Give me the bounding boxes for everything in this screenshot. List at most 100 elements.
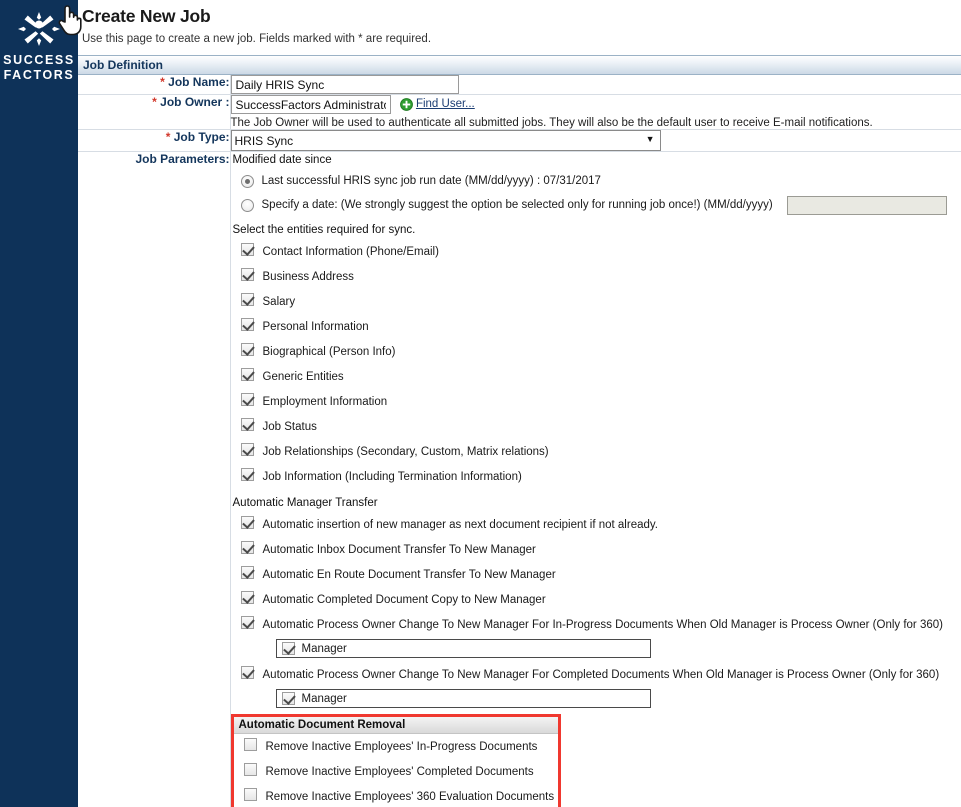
checkbox-process-owner-completed-icon[interactable] xyxy=(240,665,254,679)
checkbox-enroute-transfer-icon[interactable] xyxy=(240,565,254,579)
checkbox-control[interactable] xyxy=(231,590,263,609)
checkbox-contact-information-icon[interactable] xyxy=(240,242,254,256)
checkbox-business-address-icon[interactable] xyxy=(240,267,254,281)
brand-sidebar: SUCCESS FACTORS xyxy=(0,0,78,807)
checkbox-control[interactable] xyxy=(231,665,263,684)
process-owner-completed-subbox[interactable]: Manager xyxy=(275,689,651,708)
manager-transfer-row[interactable]: Automatic Inbox Document Transfer To New… xyxy=(231,537,961,562)
manager-transfer-row[interactable]: Automatic insertion of new manager as ne… xyxy=(231,512,961,537)
document-removal-heading: Automatic Document Removal xyxy=(233,717,558,734)
main-content: Create New Job Use this page to create a… xyxy=(78,0,961,807)
entity-row[interactable]: Job Information (Including Termination I… xyxy=(231,464,961,489)
manager-transfer-row[interactable]: Automatic En Route Document Transfer To … xyxy=(231,562,961,587)
entity-row[interactable]: Job Status xyxy=(231,414,961,439)
entity-label: Biographical (Person Info) xyxy=(262,345,396,358)
specify-date-input[interactable] xyxy=(786,195,947,215)
radio-last-successful-icon[interactable] xyxy=(240,174,254,188)
checkbox-control[interactable] xyxy=(234,762,266,781)
checkbox-manager-inprogress-icon[interactable] xyxy=(281,642,295,655)
checkbox-remove-completed-icon[interactable] xyxy=(243,762,257,776)
checkbox-auto-insertion-icon[interactable] xyxy=(240,515,254,529)
manager-transfer-label: Automatic Process Owner Change To New Ma… xyxy=(262,618,943,631)
entity-row[interactable]: Biographical (Person Info) xyxy=(231,339,961,364)
checkbox-remove-inprogress-icon[interactable] xyxy=(243,737,257,751)
checkbox-control[interactable] xyxy=(234,737,266,756)
checkbox-generic-entities-icon[interactable] xyxy=(240,367,254,381)
checkbox-control[interactable] xyxy=(231,442,263,461)
manager-transfer-row[interactable]: Automatic Process Owner Change To New Ma… xyxy=(231,612,961,637)
entity-row[interactable]: Contact Information (Phone/Email) xyxy=(231,239,961,264)
job-type-select-wrap[interactable]: HRIS Sync ▼ xyxy=(230,130,661,151)
radio-last-successful-label: Last successful HRIS sync job run date (… xyxy=(261,175,601,187)
manager-transfer-heading: Automatic Manager Transfer xyxy=(232,497,378,509)
entity-label: Job Information (Including Termination I… xyxy=(262,470,522,483)
document-removal-row[interactable]: Remove Inactive Employees' In-Progress D… xyxy=(234,734,558,759)
checkbox-control[interactable] xyxy=(231,317,263,336)
checkbox-control[interactable] xyxy=(231,242,263,261)
checkbox-completed-copy-icon[interactable] xyxy=(240,590,254,604)
manager-transfer-label: Automatic Inbox Document Transfer To New… xyxy=(262,543,536,556)
job-owner-input[interactable] xyxy=(230,95,391,114)
entity-row[interactable]: Business Address xyxy=(231,264,961,289)
checkbox-job-relationships-icon[interactable] xyxy=(240,442,254,456)
entity-label: Job Relationships (Secondary, Custom, Ma… xyxy=(262,445,549,458)
radio-row-last-successful[interactable]: Last successful HRIS sync job run date (… xyxy=(231,170,961,192)
radio-control[interactable] xyxy=(231,174,262,188)
process-owner-inprogress-subbox[interactable]: Manager xyxy=(275,639,651,658)
checkbox-control[interactable] xyxy=(231,392,263,411)
checkbox-control[interactable] xyxy=(231,565,263,584)
job-parameters-field-cell: Modified date since Last successful HRIS… xyxy=(230,152,961,807)
find-user-control[interactable]: Find User... xyxy=(400,97,475,111)
checkbox-control[interactable] xyxy=(231,467,263,486)
checkbox-control[interactable] xyxy=(231,342,263,361)
checkbox-salary-icon[interactable] xyxy=(240,292,254,306)
entity-row[interactable]: Job Relationships (Secondary, Custom, Ma… xyxy=(231,439,961,464)
checkbox-control[interactable] xyxy=(231,515,263,534)
checkbox-job-information-icon[interactable] xyxy=(240,467,254,481)
manager-transfer-list: Automatic insertion of new manager as ne… xyxy=(231,512,961,708)
checkbox-inbox-transfer-icon[interactable] xyxy=(240,540,254,554)
brand-name-line1: SUCCESS xyxy=(3,53,75,67)
checkbox-control[interactable] xyxy=(231,267,263,286)
form-row-job-owner: * Job Owner : Find User... The Job Owner… xyxy=(78,94,961,130)
document-removal-label: Remove Inactive Employees' Completed Doc… xyxy=(265,765,534,778)
radio-specify-date-icon[interactable] xyxy=(240,198,254,212)
document-removal-row[interactable]: Remove Inactive Employees' 360 Evaluatio… xyxy=(234,784,558,807)
checkbox-control[interactable] xyxy=(231,540,263,559)
checkbox-remove-360-icon[interactable] xyxy=(243,787,257,801)
radio-control[interactable] xyxy=(231,198,262,212)
manager-transfer-row[interactable]: Automatic Process Owner Change To New Ma… xyxy=(231,662,961,687)
checkbox-control[interactable] xyxy=(231,615,263,634)
manager-transfer-row[interactable]: Automatic Completed Document Copy to New… xyxy=(231,587,961,612)
checkbox-control[interactable] xyxy=(234,787,266,806)
job-name-input[interactable] xyxy=(230,75,459,94)
job-owner-help-text: The Job Owner will be used to authentica… xyxy=(230,117,873,129)
entities-checkbox-list: Contact Information (Phone/Email) Busine… xyxy=(231,239,961,489)
entity-row[interactable]: Personal Information xyxy=(231,314,961,339)
checkbox-manager-completed-icon[interactable] xyxy=(281,692,295,705)
page-root: SUCCESS FACTORS Create New Job Use this … xyxy=(0,0,961,807)
job-type-label: Job Type: xyxy=(173,130,230,144)
checkbox-employment-information-icon[interactable] xyxy=(240,392,254,406)
radio-specify-date-label: Specify a date: (We strongly suggest the… xyxy=(261,199,773,211)
required-asterisk: * xyxy=(152,95,157,109)
checkbox-biographical-icon[interactable] xyxy=(240,342,254,356)
entity-row[interactable]: Generic Entities xyxy=(231,364,961,389)
manager-transfer-label: Automatic insertion of new manager as ne… xyxy=(262,518,658,531)
document-removal-row[interactable]: Remove Inactive Employees' Completed Doc… xyxy=(234,759,558,784)
radio-row-specify-date[interactable]: Specify a date: (We strongly suggest the… xyxy=(231,194,961,216)
entity-row[interactable]: Salary xyxy=(231,289,961,314)
checkbox-control[interactable] xyxy=(231,417,263,436)
job-parameters-label: Job Parameters: xyxy=(135,152,230,166)
find-user-link[interactable]: Find User... xyxy=(416,98,475,110)
checkbox-job-status-icon[interactable] xyxy=(240,417,254,431)
section-header-label: Job Definition xyxy=(83,58,163,72)
checkbox-control[interactable] xyxy=(231,367,263,386)
entity-label: Business Address xyxy=(262,270,354,283)
entity-row[interactable]: Employment Information xyxy=(231,389,961,414)
job-type-select[interactable]: HRIS Sync xyxy=(230,130,661,151)
checkbox-control[interactable] xyxy=(231,292,263,311)
document-removal-label: Remove Inactive Employees' In-Progress D… xyxy=(265,740,538,753)
checkbox-personal-information-icon[interactable] xyxy=(240,317,254,331)
checkbox-process-owner-inprogress-icon[interactable] xyxy=(240,615,254,629)
